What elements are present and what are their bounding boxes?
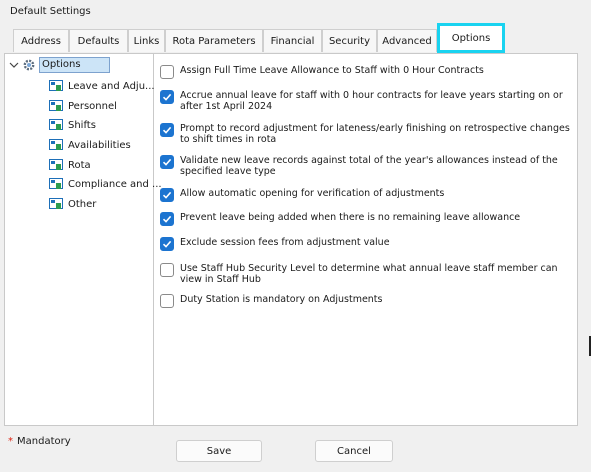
tree-item-rota[interactable]: Rota [49,157,91,173]
option-row: Duty Station is mandatory on Adjustments [160,294,570,308]
tree-item-label: Personnel [68,100,117,112]
checkmark-icon [162,240,172,248]
option-row: Allow automatic opening for verification… [160,188,570,202]
window-title: Default Settings [10,6,91,17]
option-row: Use Staff Hub Security Level to determin… [160,263,570,285]
tab-links[interactable]: Links [128,29,165,52]
tab-advanced[interactable]: Advanced [377,29,437,52]
option-label: Prompt to record adjustment for lateness… [180,123,570,145]
options-list: Assign Full Time Leave Allowance to Staf… [153,54,577,425]
tab-security[interactable]: Security [322,29,377,52]
option-checkbox[interactable] [160,212,174,226]
option-label: Validate new leave records against total… [180,155,558,177]
option-label: Duty Station is mandatory on Adjustments [180,294,383,305]
tree-item-availabilities[interactable]: Availabilities [49,137,131,153]
option-row: Assign Full Time Leave Allowance to Staf… [160,65,570,79]
options-tree: Options Leave and Adju... Personnel Shif… [5,54,162,425]
checkmark-icon [162,93,172,101]
checkmark-icon [162,215,172,223]
option-checkbox[interactable] [160,90,174,104]
option-label: Assign Full Time Leave Allowance to Staf… [180,65,484,76]
tree-item-label: Availabilities [68,139,131,151]
option-checkbox[interactable] [160,65,174,79]
option-label: Exclude session fees from adjustment val… [180,237,390,248]
tree-item-label: Rota [68,159,91,171]
node-icon [49,177,63,189]
option-checkbox[interactable] [160,294,174,308]
option-row: Prevent leave being added when there is … [160,212,570,226]
node-icon [49,118,63,130]
checkmark-icon [162,158,172,166]
options-panel: Options Leave and Adju... Personnel Shif… [4,53,578,426]
tree-root-label: Options [39,57,110,73]
option-checkbox[interactable] [160,123,174,137]
tree-item-leave-and-adjustments[interactable]: Leave and Adju... [49,78,155,94]
option-checkbox[interactable] [160,155,174,169]
tab-defaults[interactable]: Defaults [69,29,128,52]
tree-item-label: Shifts [68,119,96,131]
tree-item-shifts[interactable]: Shifts [49,117,96,133]
tree-item-label: Leave and Adju... [68,80,155,92]
option-row: Exclude session fees from adjustment val… [160,237,570,251]
save-button[interactable]: Save [176,440,262,462]
tree-root-options[interactable]: Options [9,57,110,73]
required-star: * [8,436,13,447]
option-checkbox[interactable] [160,188,174,202]
tree-item-compliance[interactable]: Compliance and ... [49,176,162,192]
option-label: Use Staff Hub Security Level to determin… [180,263,558,285]
node-icon [49,99,63,111]
option-row: Prompt to record adjustment for lateness… [160,123,570,145]
tab-rota-parameters[interactable]: Rota Parameters [165,29,263,52]
node-icon [49,138,63,150]
option-row: Accrue annual leave for staff with 0 hou… [160,90,570,112]
option-label: Prevent leave being added when there is … [180,212,521,223]
tree-item-label: Other [68,198,97,210]
tab-options[interactable]: Options [437,23,505,53]
option-checkbox[interactable] [160,263,174,277]
gear-icon [23,59,35,71]
tree-item-other[interactable]: Other [49,196,96,212]
checkmark-icon [162,126,172,134]
tree-item-label: Compliance and ... [68,178,162,190]
chevron-down-icon[interactable] [9,60,19,70]
node-icon [49,79,63,91]
tab-financial[interactable]: Financial [263,29,322,52]
option-checkbox[interactable] [160,237,174,251]
cancel-button[interactable]: Cancel [315,440,393,462]
option-row: Validate new leave records against total… [160,155,570,177]
node-icon [49,197,63,209]
tree-item-personnel[interactable]: Personnel [49,98,117,114]
node-icon [49,158,63,170]
option-label: Accrue annual leave for staff with 0 hou… [180,90,563,112]
tab-address[interactable]: Address [13,29,69,52]
option-label: Allow automatic opening for verification… [180,188,445,199]
checkmark-icon [162,191,172,199]
mandatory-note: * Mandatory [8,436,71,447]
mandatory-label: Mandatory [17,436,71,447]
